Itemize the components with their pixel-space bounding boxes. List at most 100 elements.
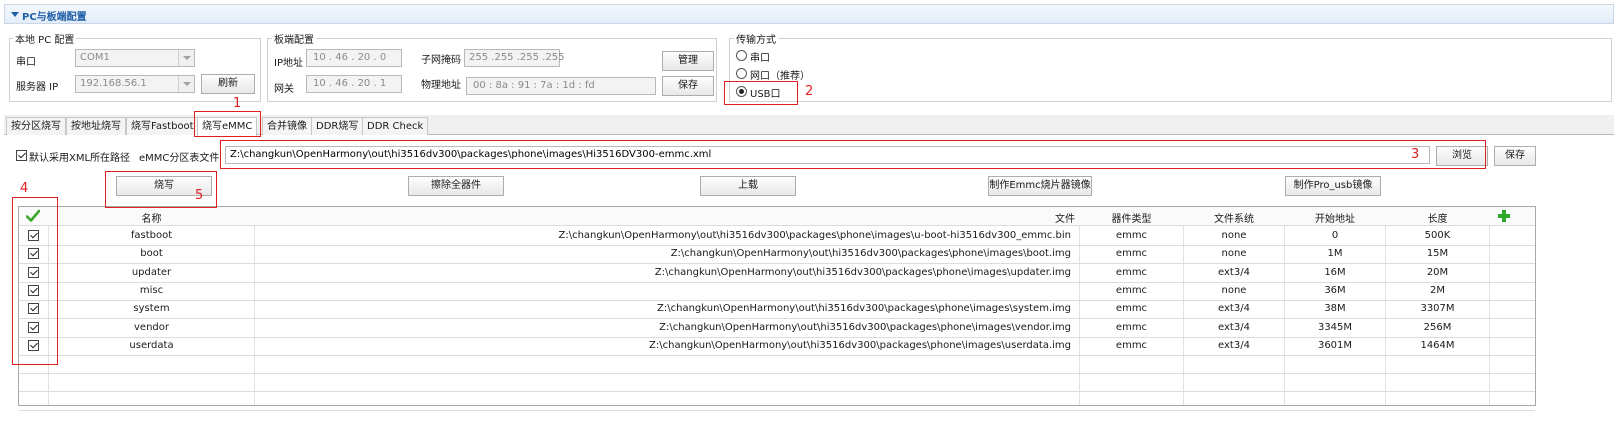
cell-start-address: 0 (1331, 230, 1339, 241)
mask-octet: 255 (519, 52, 539, 63)
table-row[interactable]: system Z:\changkun\OpenHarmony\out\hi3516… (19, 300, 1535, 320)
cell-name: fastboot (130, 230, 173, 241)
annotation-box-2 (724, 81, 798, 105)
table-row[interactable]: boot Z:\changkun\OpenHarmony\out\hi3516dv… (19, 245, 1535, 265)
radio-network[interactable] (736, 68, 747, 79)
cell-device-type: emmc (1115, 266, 1148, 278)
upload-button[interactable]: 上载 (700, 176, 796, 196)
server-ip-select[interactable]: 192.168.56.1 (75, 75, 195, 93)
tab-fastboot-burn[interactable]: 烧写Fastboot (126, 117, 199, 135)
mask-octet: 255 (494, 52, 514, 63)
gateway-label: 网关 (274, 84, 294, 95)
tab-ddr-check[interactable]: DDR Check (362, 117, 429, 135)
default-xml-path-checkbox[interactable] (16, 150, 27, 161)
annotation-number-3: 3 (1411, 147, 1420, 162)
mac-byte: 00 (473, 80, 486, 91)
cell-filesystem: ext3/4 (1218, 303, 1250, 315)
mask-octet: 255 (469, 52, 489, 63)
emmc-table-file-label: eMMC分区表文件 (139, 153, 220, 164)
cell-filesystem: ext3/4 (1218, 321, 1250, 333)
cell-device-type: emmc (1115, 248, 1148, 260)
cell-name: userdata (129, 339, 174, 351)
tab-address-burn[interactable]: 按地址烧写 (66, 117, 126, 135)
serial-port-label: 串口 (16, 57, 36, 68)
transfer-mode-group (729, 38, 1612, 102)
section-header[interactable]: PC与板端配置 (4, 4, 1614, 24)
cell-start-address: 38M (1324, 303, 1346, 315)
cell-file: Z:\changkun\OpenHarmony\out\hi3516dv300\… (659, 321, 1071, 333)
partition-table: 名称 文件 器件类型 文件系统 开始地址 长度 fastboot Z:\chang… (18, 206, 1536, 411)
tab-partition-burn[interactable]: 按分区烧写 (6, 117, 66, 135)
chevron-down-icon[interactable] (178, 50, 194, 66)
col-start-address: 开始地址 (1315, 214, 1355, 225)
serial-port-value: COM1 (80, 52, 110, 63)
gw-octet: 1 (379, 78, 387, 89)
cell-length: 1464M (1420, 339, 1455, 351)
ip-octet: 0 (379, 52, 387, 63)
make-pro-usb-image-button[interactable]: 制作Pro_usb镜像 (1285, 176, 1381, 196)
cell-start-address: 3345M (1317, 321, 1353, 333)
cell-filesystem: none (1221, 284, 1247, 296)
cell-length: 20M (1426, 266, 1449, 278)
board-save-button[interactable]: 保存 (662, 76, 714, 96)
subnet-mask-input[interactable]: 255 .255 .255 .255 (464, 49, 564, 67)
radio-serial[interactable] (736, 50, 747, 61)
ip-octet: 20 (357, 52, 371, 63)
cell-device-type: emmc (1115, 321, 1148, 333)
default-xml-path-label: 默认采用XML所在路径 (29, 153, 131, 164)
table-row[interactable]: vendor Z:\changkun\OpenHarmony\out\hi3516… (19, 319, 1535, 338)
ip-address-label: IP地址 (274, 58, 303, 69)
server-ip-label: 服务器 IP (16, 82, 59, 93)
mac-byte: 1d (562, 80, 576, 91)
cell-file: Z:\changkun\OpenHarmony\out\hi3516dv300\… (670, 248, 1071, 260)
table-header: 名称 文件 器件类型 文件系统 开始地址 长度 (19, 207, 1535, 226)
emmc-save-button[interactable]: 保存 (1494, 146, 1536, 166)
mac-address-input[interactable]: 00 : 8a : 91 : 7a : 1d : fd (466, 77, 656, 95)
tab-merge-image[interactable]: 合并镜像 (262, 117, 312, 135)
mac-address-label: 物理地址 (421, 80, 461, 91)
table-row (19, 355, 1535, 375)
refresh-button[interactable]: 刷新 (201, 74, 255, 94)
cell-filesystem: none (1221, 230, 1247, 241)
manage-button[interactable]: 管理 (662, 51, 714, 71)
tab-ddr-burn[interactable]: DDR烧写 (311, 117, 364, 135)
chevron-down-icon[interactable] (178, 76, 194, 92)
make-emmc-image-button[interactable]: 制作Emmc烧片器镜像 (988, 176, 1092, 196)
cell-filesystem: ext3/4 (1218, 339, 1250, 351)
radio-serial-label: 串口 (750, 53, 770, 64)
mac-byte: 7a (540, 80, 553, 91)
cell-start-address: 36M (1324, 284, 1346, 296)
board-config-label: 板端配置 (272, 31, 316, 46)
plus-icon[interactable] (1497, 209, 1511, 223)
cell-filesystem: ext3/4 (1218, 266, 1250, 278)
mac-byte: fd (584, 80, 595, 91)
table-row[interactable]: userdata Z:\changkun\OpenHarmony\out\hi35… (19, 337, 1535, 356)
collapse-triangle-icon[interactable] (11, 12, 19, 17)
gateway-input[interactable]: 10 . 46 . 20 . 1 (306, 75, 402, 93)
mac-byte: 91 (517, 80, 531, 91)
annotation-box-4 (12, 197, 58, 365)
erase-all-button[interactable]: 擦除全器件 (408, 176, 504, 196)
cell-name: boot (140, 248, 163, 260)
gw-octet: 20 (357, 78, 371, 89)
table-row (19, 392, 1535, 411)
annotation-box-3 (220, 140, 1486, 169)
cell-device-type: emmc (1115, 230, 1148, 241)
col-filesystem: 文件系统 (1214, 214, 1254, 225)
table-row[interactable]: fastboot Z:\changkun\OpenHarmony\out\hi35… (19, 227, 1535, 246)
table-row[interactable]: updater Z:\changkun\OpenHarmony\out\hi351… (19, 264, 1535, 283)
cell-device-type: emmc (1115, 303, 1148, 315)
table-row[interactable]: misc emmc none 36M 2M (19, 282, 1535, 301)
mask-octet: 255 (545, 52, 565, 63)
cell-name: updater (131, 266, 172, 278)
section-title: PC与板端配置 (22, 12, 87, 23)
cell-file: Z:\changkun\OpenHarmony\out\hi3516dv300\… (649, 339, 1071, 351)
col-file: 文件 (1055, 214, 1075, 225)
cell-start-address: 1M (1327, 248, 1343, 260)
ip-address-input[interactable]: 10 . 46 . 20 . 0 (306, 49, 402, 67)
serial-port-select[interactable]: COM1 (75, 49, 195, 67)
cell-start-address: 16M (1324, 266, 1346, 278)
cell-device-type: emmc (1115, 339, 1148, 351)
table-row (19, 373, 1535, 393)
ip-octet: 10 (313, 52, 326, 63)
